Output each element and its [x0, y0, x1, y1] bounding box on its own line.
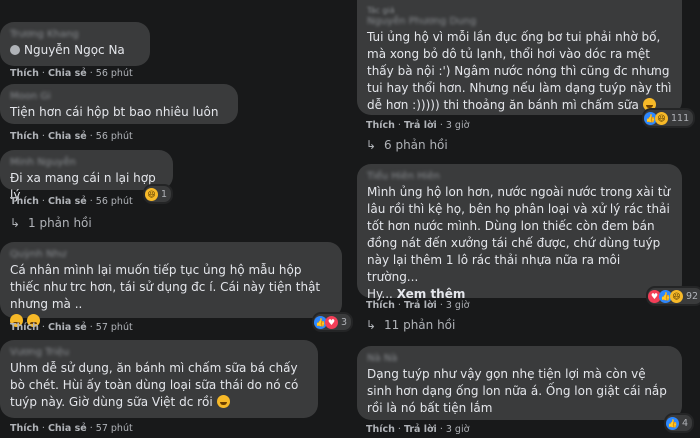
reaction-summary[interactable]: 😆 1 — [143, 184, 174, 204]
like-link[interactable]: Thích — [366, 300, 395, 311]
like-link[interactable]: Thích — [10, 196, 39, 207]
comment-text: Dạng tuýp như vậy gọn nhẹ tiện lợi mà cò… — [367, 367, 667, 415]
comment-author[interactable]: Moon Gi — [10, 90, 228, 104]
like-link[interactable]: Thích — [10, 131, 39, 142]
share-link[interactable]: Chia sẻ — [48, 196, 87, 207]
reaction-count: 111 — [671, 112, 690, 124]
reply-link[interactable]: Trả lời — [404, 120, 437, 131]
comment-bubble: Tác giả Nguyễn Phương Dung Tui ủng hộ vì… — [357, 0, 682, 115]
haha-reaction-icon: 😆 — [670, 289, 683, 303]
grin-emoji-icon — [216, 395, 230, 408]
comment-bubble: Tiểu Hiên Hiên Mình ủng hộ lon hơn, nước… — [357, 164, 682, 301]
view-replies-link[interactable]: ↳ 6 phản hồi — [366, 138, 448, 152]
comment-author[interactable]: Trương Khang — [10, 28, 140, 42]
comment-author[interactable]: Nà Nà — [367, 352, 672, 366]
reaction-count: 3 — [341, 316, 348, 328]
comment-author[interactable]: Nguyễn Phương Dung — [367, 15, 672, 29]
reaction-summary[interactable]: ♥ 👍 😆 92 — [646, 286, 700, 306]
comment-text-body: Uhm dễ sử dụng, ăn bánh mì chấm sữa bá c… — [10, 361, 299, 409]
see-more-link[interactable]: Xem thêm — [397, 287, 466, 301]
comment-author[interactable]: Minh Nguyễn — [10, 156, 163, 170]
reply-link[interactable]: Trả lời — [404, 424, 437, 435]
comment-bubble: Quỳnh Như Cá nhân mình lại muốn tiếp tục… — [0, 242, 342, 327]
reaction-count: 1 — [161, 188, 168, 200]
comment-text: Nguyễn Ngọc Na — [10, 42, 140, 59]
comment-actions: Thích · Chia sẻ · 57 phút — [10, 423, 133, 434]
mention-link[interactable]: Nguyễn Ngọc Na — [24, 43, 125, 57]
share-link[interactable]: Chia sẻ — [48, 423, 87, 434]
share-link[interactable]: Chia sẻ — [48, 131, 87, 142]
comment-text: Cá nhân mình lại muốn tiếp tục ủng hộ mẫ… — [10, 262, 332, 330]
like-link[interactable]: Thích — [366, 424, 395, 435]
comment-actions: Thích · Chia sẻ · 56 phút — [10, 196, 133, 207]
replies-count: 6 phản hồi — [384, 138, 448, 152]
comment-time[interactable]: 3 giờ — [446, 424, 470, 435]
view-replies-link[interactable]: ↳ 11 phản hồi — [366, 318, 455, 332]
comment-actions: Thích · Chia sẻ · 56 phút — [10, 68, 133, 79]
comment-text-tail: Hy... — [367, 287, 393, 301]
comment-actions: Thích · Chia sẻ · 56 phút — [10, 131, 133, 142]
author-badge: Tác giả — [367, 6, 395, 15]
comment-text-body: Mình ủng hộ lon hơn, nước ngoài nước tro… — [367, 185, 671, 284]
like-link[interactable]: Thích — [366, 120, 395, 131]
like-link[interactable]: Thích — [10, 68, 39, 79]
comment-time[interactable]: 57 phút — [96, 423, 133, 434]
reply-link[interactable]: Trả lời — [404, 300, 437, 311]
comment-text: Mình ủng hộ lon hơn, nước ngoài nước tro… — [367, 184, 672, 303]
reply-arrow-icon: ↳ — [366, 318, 377, 332]
comment-time[interactable]: 57 phút — [96, 322, 133, 333]
view-replies-link[interactable]: ↳ 1 phản hồi — [10, 216, 92, 230]
comment-bubble: Nà Nà Dạng tuýp như vậy gọn nhẹ tiện lợi… — [357, 346, 682, 420]
comment-time[interactable]: 56 phút — [96, 131, 133, 142]
reply-arrow-icon: ↳ — [366, 138, 377, 152]
comment-actions: Thích · Trả lời · 3 giờ — [366, 300, 470, 311]
haha-reaction-icon: 😆 — [145, 187, 158, 201]
comment-author[interactable]: Quỳnh Như — [10, 248, 332, 262]
reaction-summary[interactable]: 👍 4 — [664, 413, 695, 433]
reply-arrow-icon: ↳ — [10, 216, 21, 230]
comment-text-body: Cá nhân mình lại muốn tiếp tục ủng hộ mẫ… — [10, 263, 321, 311]
comment-time[interactable]: 3 giờ — [446, 300, 470, 311]
comment-time[interactable]: 3 giờ — [446, 120, 470, 131]
comment-text: Tui ủng hộ vì mỗi lần đục ống bơ tui phả… — [367, 29, 672, 114]
reaction-summary[interactable]: 👍 ♥ 3 — [312, 312, 354, 332]
like-reaction-icon: 👍 — [666, 416, 679, 430]
comment-actions: Thích · Trả lời · 3 giờ — [366, 120, 470, 131]
like-link[interactable]: Thích — [10, 423, 39, 434]
reaction-count: 92 — [686, 290, 699, 302]
reaction-count: 4 — [682, 417, 689, 429]
comment-bubble: Moon Gi Tiện hơn cái hộp bt bao nhiêu lu… — [0, 84, 238, 124]
comment-author[interactable]: Vương Triệu — [10, 346, 308, 360]
haha-reaction-icon: 😆 — [655, 111, 668, 125]
comment-actions: Thích · Chia sẻ · 57 phút — [10, 322, 133, 333]
comment-author[interactable]: Tiểu Hiên Hiên — [367, 170, 672, 184]
replies-count: 11 phản hồi — [384, 318, 456, 332]
comment-bubble: Trương Khang Nguyễn Ngọc Na — [0, 22, 150, 66]
user-icon — [10, 45, 20, 55]
comment-text-body: Tui ủng hộ vì mỗi lần đục ống bơ tui phả… — [367, 30, 672, 112]
comment-text: Tiện hơn cái hộp bt bao nhiêu luôn — [10, 105, 219, 119]
comment-bubble: Vương Triệu Uhm dễ sử dụng, ăn bánh mì c… — [0, 340, 318, 418]
share-link[interactable]: Chia sẻ — [48, 322, 87, 333]
share-link[interactable]: Chia sẻ — [48, 68, 87, 79]
like-link[interactable]: Thích — [10, 322, 39, 333]
replies-count: 1 phản hồi — [28, 216, 92, 230]
comment-actions: Thích · Trả lời · 3 giờ — [366, 424, 470, 435]
comment-text: Uhm dễ sử dụng, ăn bánh mì chấm sữa bá c… — [10, 360, 308, 411]
comment-time[interactable]: 56 phút — [96, 196, 133, 207]
comment-time[interactable]: 56 phút — [96, 68, 133, 79]
reaction-summary[interactable]: 👍 😆 111 — [642, 108, 696, 128]
love-reaction-icon: ♥ — [325, 315, 338, 329]
